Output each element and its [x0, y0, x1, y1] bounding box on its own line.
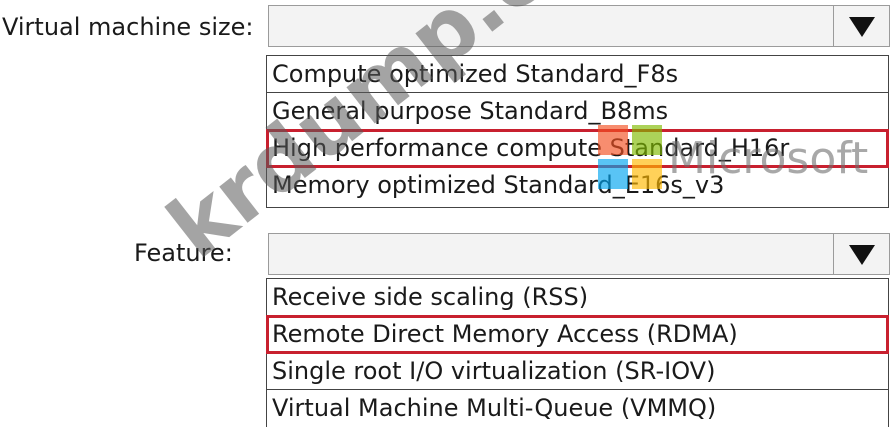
feature-label: Feature: [134, 239, 233, 267]
vm-size-option[interactable]: Memory optimized Standard_E16s_v3 [267, 167, 888, 207]
feature-option[interactable]: Virtual Machine Multi-Queue (VMMQ) [267, 390, 888, 427]
vm-size-option[interactable]: Compute optimized Standard_F8s [267, 56, 888, 93]
vm-size-option[interactable]: General purpose Standard_B8ms [267, 93, 888, 130]
feature-options-list: Receive side scaling (RSS) Remote Direct… [266, 278, 889, 427]
feature-option[interactable]: Receive side scaling (RSS) [267, 279, 888, 316]
triangle-down-icon [849, 245, 875, 265]
vm-size-label: Virtual machine size: [2, 13, 254, 41]
vm-size-dropdown-button[interactable] [833, 6, 889, 46]
triangle-down-icon [849, 17, 875, 37]
feature-option-highlighted[interactable]: Remote Direct Memory Access (RDMA) [266, 315, 889, 354]
feature-option[interactable]: Single root I/O virtualization (SR-IOV) [267, 353, 888, 390]
vm-size-options-list: Compute optimized Standard_F8s General p… [266, 55, 889, 208]
vm-size-dropdown[interactable] [268, 5, 890, 47]
vm-size-option-highlighted[interactable]: High performance compute Standard_H16r [266, 129, 889, 168]
feature-dropdown[interactable] [268, 233, 890, 275]
feature-dropdown-button[interactable] [833, 234, 889, 274]
